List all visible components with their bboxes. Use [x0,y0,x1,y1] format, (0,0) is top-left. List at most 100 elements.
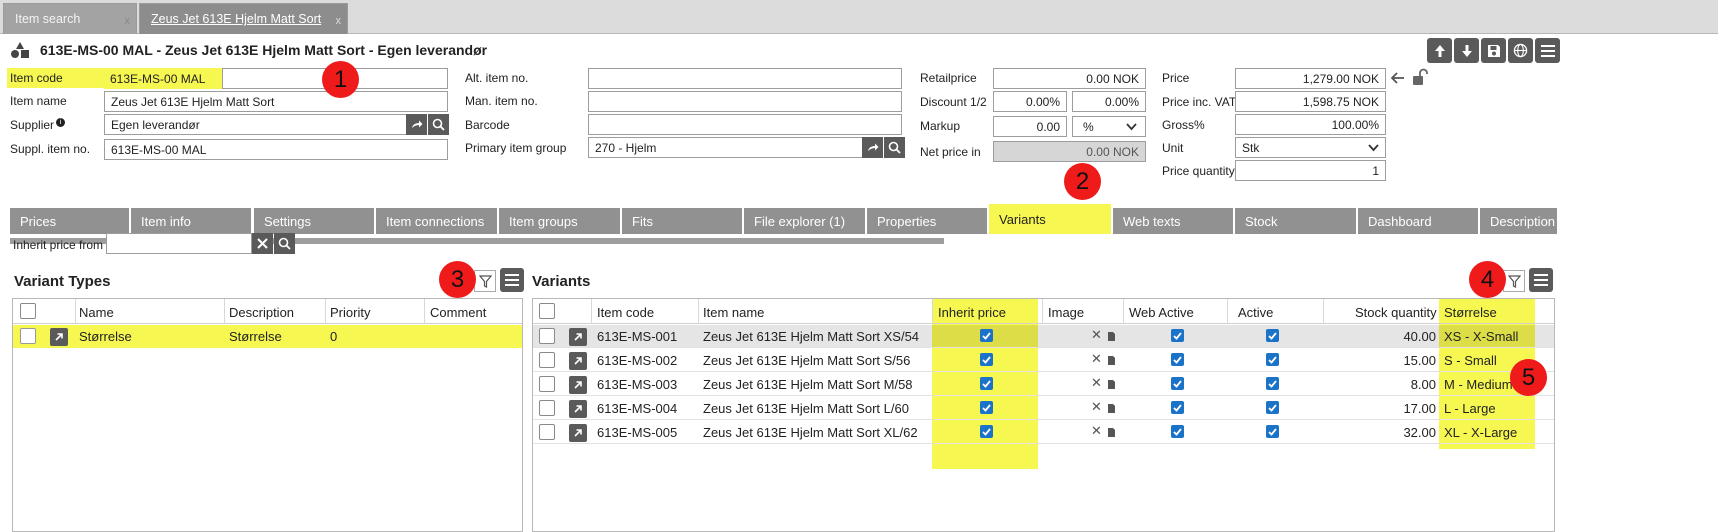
inherit-price-search-button[interactable] [274,233,295,254]
file-icon[interactable] [1107,379,1116,390]
file-icon[interactable] [1107,355,1116,366]
open-row-button[interactable] [569,424,587,442]
row-checkbox[interactable] [539,400,555,416]
variant-types-filter-button[interactable] [474,270,496,292]
tab-stock[interactable]: Stock [1235,208,1356,234]
web-active-checkbox[interactable] [1171,401,1184,414]
column-header-comment[interactable]: Comment [430,305,486,320]
column-header-description[interactable]: Description [229,305,294,320]
open-row-button[interactable] [569,352,587,370]
variants-menu-button[interactable] [1529,268,1553,292]
tab-fits[interactable]: Fits [622,208,742,234]
suppl-item-no-field[interactable]: 613E-MS-00 MAL [104,139,448,160]
web-button[interactable] [1508,38,1533,63]
column-header-priority[interactable]: Priority [330,305,370,320]
arrow-left-icon[interactable] [1391,72,1405,84]
inherit-price-checkbox[interactable] [980,377,993,390]
supplier-search-button[interactable] [428,114,449,135]
previous-button[interactable] [1427,38,1452,63]
row-checkbox[interactable] [539,328,555,344]
column-header-image[interactable]: Image [1048,305,1084,320]
web-active-checkbox[interactable] [1171,425,1184,438]
window-tab-item-detail[interactable]: Zeus Jet 613E Hjelm Matt Sort x [139,3,348,34]
table-row[interactable]: 613E-MS-003 Zeus Jet 613E Hjelm Matt Sor… [533,373,1554,396]
remove-image-icon[interactable]: ✕ [1091,423,1102,439]
menu-button[interactable] [1535,38,1560,63]
tab-settings[interactable]: Settings [254,208,374,234]
column-header-item-code[interactable]: Item code [597,305,654,320]
table-row[interactable]: Størrelse Størrelse 0 [13,325,522,348]
alt-item-no-field[interactable] [588,68,902,89]
barcode-field[interactable] [588,114,902,135]
open-row-button[interactable] [569,376,587,394]
file-icon[interactable] [1107,427,1116,438]
markup-unit-select[interactable]: % [1072,116,1146,137]
web-active-checkbox[interactable] [1171,353,1184,366]
supplier-open-button[interactable] [406,114,427,135]
column-header-web-active[interactable]: Web Active [1129,305,1194,320]
tab-item-groups[interactable]: Item groups [499,208,620,234]
tab-dashboard[interactable]: Dashboard [1358,208,1478,234]
inherit-price-checkbox[interactable] [980,353,993,366]
tab-variants[interactable]: Variants [989,204,1111,234]
next-button[interactable] [1454,38,1479,63]
web-active-checkbox[interactable] [1171,377,1184,390]
tab-file-explorer[interactable]: File explorer (1) [744,208,865,234]
markup-field[interactable]: 0.00 [993,116,1067,137]
column-header-inherit-price[interactable]: Inherit price [938,305,1006,320]
remove-image-icon[interactable]: ✕ [1091,375,1102,391]
inherit-price-clear-button[interactable] [252,233,273,254]
gross-field[interactable]: 100.00% [1235,114,1386,135]
table-row[interactable]: 613E-MS-001 Zeus Jet 613E Hjelm Matt Sor… [533,325,1554,348]
active-checkbox[interactable] [1266,329,1279,342]
item-group-open-button[interactable] [862,137,883,158]
column-header-active[interactable]: Active [1238,305,1273,320]
item-name-field[interactable]: Zeus Jet 613E Hjelm Matt Sort [104,91,448,112]
column-header-name[interactable]: Name [79,305,114,320]
window-tab-item-search[interactable]: Item search x [3,3,137,34]
tab-item-connections[interactable]: Item connections [376,208,497,234]
remove-image-icon[interactable]: ✕ [1091,399,1102,415]
file-icon[interactable] [1107,403,1116,414]
active-checkbox[interactable] [1266,425,1279,438]
close-icon[interactable]: x [125,15,131,27]
price-quantity-field[interactable]: 1 [1235,160,1386,181]
web-active-checkbox[interactable] [1171,329,1184,342]
man-item-no-field[interactable] [588,91,902,112]
table-row[interactable]: 613E-MS-004 Zeus Jet 613E Hjelm Matt Sor… [533,397,1554,420]
file-icon[interactable] [1107,331,1116,342]
remove-image-icon[interactable]: ✕ [1091,327,1102,343]
unlock-icon[interactable] [1411,68,1429,86]
price-field[interactable]: 1,279.00 NOK [1235,68,1386,89]
active-checkbox[interactable] [1266,377,1279,390]
column-header-stock-quantity[interactable]: Stock quantity [1355,305,1437,320]
column-header-size[interactable]: Størrelse [1444,305,1497,320]
column-header-item-name[interactable]: Item name [703,305,764,320]
variant-types-menu-button[interactable] [500,268,524,292]
save-button[interactable] [1481,38,1506,63]
table-row[interactable]: 613E-MS-005 Zeus Jet 613E Hjelm Matt Sor… [533,421,1554,444]
tab-prices[interactable]: Prices [10,208,129,234]
supplier-field[interactable]: Egen leverandør [104,114,407,135]
active-checkbox[interactable] [1266,353,1279,366]
remove-image-icon[interactable]: ✕ [1091,351,1102,367]
info-icon[interactable]: i [56,118,66,127]
tab-description[interactable]: Description [1480,208,1557,234]
retailprice-field[interactable]: 0.00 NOK [993,68,1146,89]
row-checkbox[interactable] [20,328,36,344]
tab-item-info[interactable]: Item info [131,208,251,234]
active-checkbox[interactable] [1266,401,1279,414]
discount-1-field[interactable]: 0.00% [993,91,1067,112]
tab-properties[interactable]: Properties [867,208,987,234]
inherit-price-from-field[interactable] [106,233,252,254]
inherit-price-checkbox[interactable] [980,401,993,414]
unit-select[interactable]: Stk [1235,137,1386,158]
table-row[interactable]: 613E-MS-002 Zeus Jet 613E Hjelm Matt Sor… [533,349,1554,372]
select-all-checkbox[interactable] [539,303,555,319]
primary-item-group-field[interactable]: 270 - Hjelm [588,137,863,158]
inherit-price-checkbox[interactable] [980,329,993,342]
row-checkbox[interactable] [539,352,555,368]
variants-filter-button[interactable] [1503,270,1525,292]
row-checkbox[interactable] [539,424,555,440]
item-group-search-button[interactable] [884,137,905,158]
